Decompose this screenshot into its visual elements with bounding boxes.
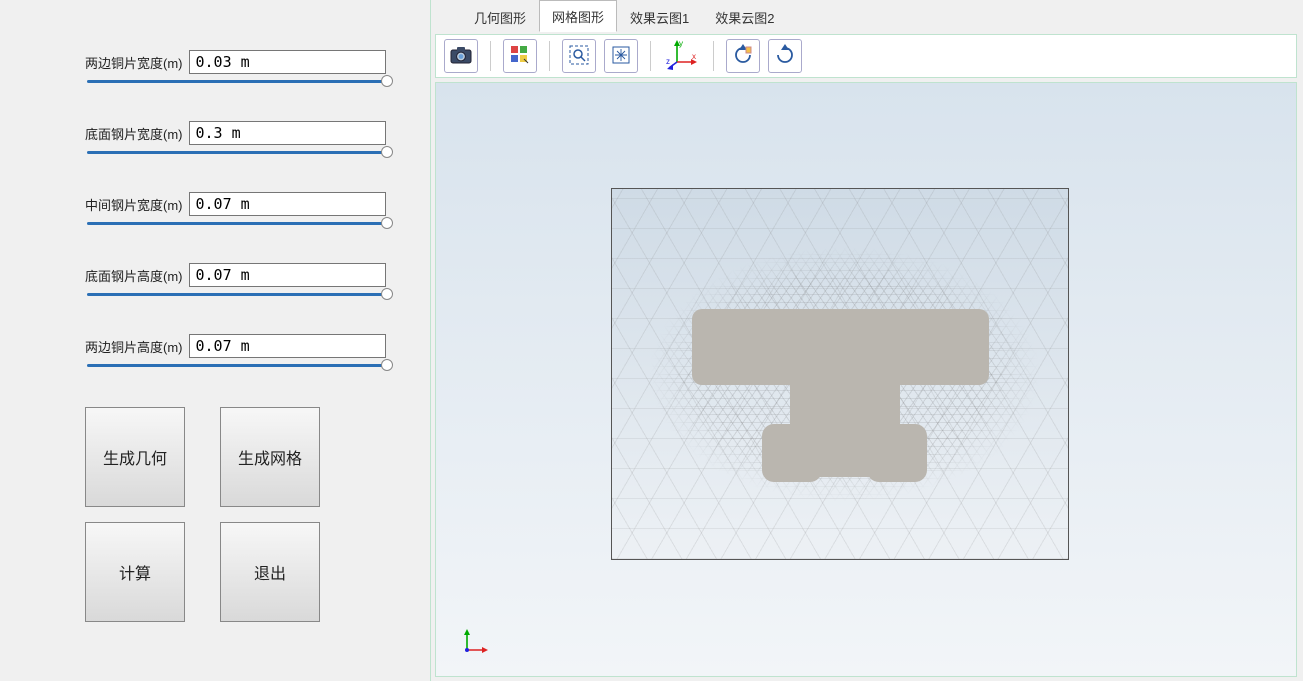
tab-geometry[interactable]: 几何图形 [461,1,539,32]
param-slider-steel-bottom-height[interactable] [87,293,387,296]
param-label: 中间钢片宽度(m) [85,195,183,214]
rotate-ccw-icon [732,44,754,69]
param-row-copper-side-width: 两边铜片宽度(m) [85,50,390,83]
compute-button[interactable]: 计算 [85,522,185,622]
param-label: 两边铜片宽度(m) [85,53,183,72]
toolbar-separator [549,41,550,71]
param-slider-copper-side-width[interactable] [87,80,387,83]
param-input-copper-side-height[interactable] [189,334,386,358]
param-slider-steel-bottom-width[interactable] [87,151,387,154]
generate-mesh-button[interactable]: 生成网格 [220,407,320,507]
tab-cloud2[interactable]: 效果云图2 [702,1,787,32]
param-input-steel-bottom-height[interactable] [189,263,386,287]
axis-xyz-icon: y x z [665,38,699,75]
param-row-copper-side-height: 两边铜片高度(m) [85,334,390,367]
view-tabs: 几何图形 网格图形 效果云图1 效果云图2 [431,2,1303,32]
svg-text:y: y [679,39,683,48]
generate-geometry-button[interactable]: 生成几何 [85,407,185,507]
zoom-extents-icon [610,44,632,69]
param-label: 两边铜片高度(m) [85,337,183,356]
geometry-solid-foot-right [867,424,927,482]
toolbar-separator [713,41,714,71]
view-grid-button[interactable] [503,39,537,73]
svg-text:z: z [666,57,670,66]
view-grid-icon [510,45,530,68]
rotate-cw-icon [774,44,796,69]
param-row-steel-bottom-width: 底面钢片宽度(m) [85,121,390,154]
zoom-box-icon [568,44,590,69]
rotate-cw-button[interactable] [768,39,802,73]
param-label: 底面钢片高度(m) [85,266,183,285]
param-input-steel-bottom-width[interactable] [189,121,386,145]
tab-cloud1[interactable]: 效果云图1 [617,1,702,32]
svg-text:x: x [692,52,696,61]
param-slider-copper-side-height[interactable] [87,364,387,367]
param-input-copper-side-width[interactable] [189,50,386,74]
param-input-steel-mid-width[interactable] [189,192,386,216]
viewer-toolbar: y x z [435,34,1297,78]
param-row-steel-mid-width: 中间钢片宽度(m) [85,192,390,225]
tab-mesh[interactable]: 网格图形 [539,0,617,32]
axis-orientation[interactable]: y x z [663,38,701,75]
geometry-solid-foot-left [762,424,822,482]
param-label: 底面钢片宽度(m) [85,124,183,143]
geometry-solid-top-bar [692,309,989,385]
exit-button[interactable]: 退出 [220,522,320,622]
toolbar-separator [490,41,491,71]
action-button-grid: 生成几何 生成网格 计算 退出 [85,407,390,622]
toolbar-separator [650,41,651,71]
mesh-viewport[interactable] [435,82,1297,677]
param-row-steel-bottom-height: 底面钢片高度(m) [85,263,390,296]
camera-icon [450,46,472,67]
parameter-panel: 两边铜片宽度(m) 底面钢片宽度(m) 中间钢片宽度(m) 底面钢片高度(m) [0,0,430,681]
visualization-panel: 几何图形 网格图形 效果云图1 效果云图2 [430,0,1303,681]
mesh-domain-frame [611,188,1069,560]
param-slider-steel-mid-width[interactable] [87,222,387,225]
axis-mini-indicator [461,626,491,656]
rotate-ccw-button[interactable] [726,39,760,73]
zoom-box-button[interactable] [562,39,596,73]
zoom-extents-button[interactable] [604,39,638,73]
snapshot-button[interactable] [444,39,478,73]
